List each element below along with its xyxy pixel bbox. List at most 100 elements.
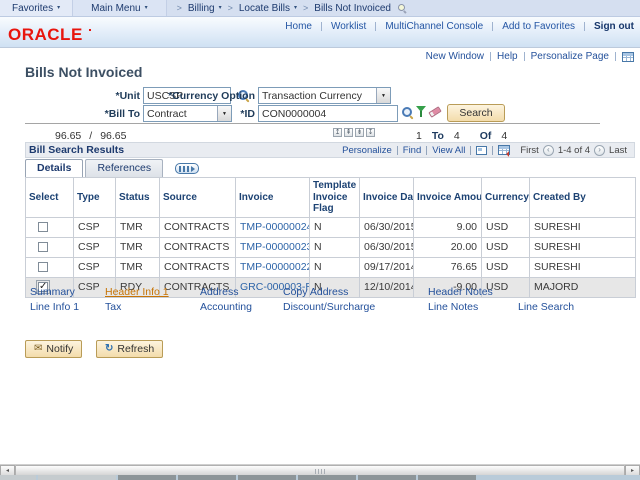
- pager-first[interactable]: First: [520, 145, 538, 156]
- download-grid-icon[interactable]: [498, 145, 510, 155]
- tab-references[interactable]: References: [85, 159, 163, 177]
- tax-link[interactable]: Tax: [105, 301, 121, 313]
- taskbar-segment: [38, 475, 116, 480]
- divider: [470, 146, 471, 155]
- cell-source: CONTRACTS: [160, 237, 236, 257]
- row-end: 4: [454, 130, 460, 142]
- discount-surcharge-link[interactable]: Discount/Surcharge: [283, 301, 375, 313]
- scroll-bottom-icon[interactable]: ↧: [366, 128, 375, 137]
- cell-currency: USD: [482, 217, 530, 237]
- chevron-down-icon: ▾: [294, 5, 297, 11]
- taskbar-segment: [178, 475, 236, 480]
- locate-bills-label: Locate Bills: [239, 3, 290, 14]
- line-info-1-link[interactable]: Line Info 1: [30, 301, 79, 313]
- id-label: *ID: [145, 108, 255, 120]
- bills-not-invoiced-page: Favorites ▾ Main Menu ▾ > Billing ▾ > Lo…: [0, 0, 640, 480]
- breadcrumb-item-locate-bills[interactable]: Locate Bills ▾: [239, 3, 297, 14]
- header-info-1-link[interactable]: Header Info 1: [105, 286, 169, 298]
- pager-next-icon[interactable]: ›: [594, 145, 605, 156]
- currency-option-select[interactable]: Transaction Currency ▼: [258, 87, 391, 104]
- worklist-link[interactable]: Worklist: [331, 21, 366, 32]
- cell-status: TMR: [116, 217, 160, 237]
- new-window-link[interactable]: New Window: [426, 51, 484, 62]
- grid-scroll-controls: ↥ ⇞ ⇟ ↧: [333, 128, 375, 137]
- cell-type: CSP: [74, 237, 116, 257]
- add-to-favorites-link[interactable]: Add to Favorites: [502, 21, 575, 32]
- show-all-columns-icon[interactable]: [175, 163, 199, 174]
- horizontal-scrollbar[interactable]: ◂ ▸: [0, 464, 640, 475]
- tab-details[interactable]: Details: [25, 159, 83, 177]
- copy-address-link[interactable]: Copy Address: [283, 286, 348, 298]
- divider: [584, 22, 585, 31]
- sign-out-link[interactable]: Sign out: [594, 21, 634, 32]
- invoice-link[interactable]: TMP-00000022: [240, 261, 310, 273]
- home-link[interactable]: Home: [285, 21, 312, 32]
- row-checkbox[interactable]: [38, 222, 48, 232]
- help-link[interactable]: Help: [497, 51, 518, 62]
- column-header-select: Select: [26, 178, 74, 218]
- search-button[interactable]: Search: [447, 104, 505, 122]
- filter-funnel-icon[interactable]: [416, 106, 426, 118]
- id-lookup-icon[interactable]: [401, 106, 414, 119]
- address-link[interactable]: Address: [200, 286, 239, 298]
- breadcrumb-main-menu[interactable]: Main Menu ▾: [73, 0, 166, 16]
- clear-eraser-icon[interactable]: [428, 106, 441, 117]
- invoice-link[interactable]: TMP-00000023: [240, 241, 310, 253]
- currency-option-label: *Currency Option: [145, 90, 255, 102]
- taskbar-segment: [358, 475, 416, 480]
- of-label: Of: [480, 130, 492, 142]
- view-all-link[interactable]: View All: [432, 145, 465, 156]
- scroll-page-up-icon[interactable]: ⇞: [344, 128, 353, 137]
- cell-invoice-date: 06/30/2015: [360, 237, 414, 257]
- cell-currency: USD: [482, 257, 530, 277]
- accounting-link[interactable]: Accounting: [200, 301, 252, 313]
- find-link[interactable]: Find: [403, 145, 421, 156]
- breadcrumb-search-icon[interactable]: [397, 3, 407, 13]
- row-checkbox[interactable]: [38, 262, 48, 272]
- notify-button[interactable]: ✉ Notify: [25, 340, 82, 358]
- cell-invoice-amount: 76.65: [414, 257, 482, 277]
- row-checkbox[interactable]: [38, 242, 48, 252]
- oracle-logo-text: ORACLE: [8, 25, 83, 44]
- personalize-link[interactable]: Personalize: [342, 145, 392, 156]
- refresh-label: Refresh: [117, 343, 154, 355]
- billing-label: Billing: [188, 3, 215, 14]
- cell-template-flag: N: [310, 217, 360, 237]
- bill-to-label: *Bill To: [25, 108, 140, 120]
- line-notes-link[interactable]: Line Notes: [428, 301, 478, 313]
- main-menu-label: Main Menu: [91, 3, 140, 14]
- cell-template-flag: N: [310, 237, 360, 257]
- id-input[interactable]: [258, 105, 398, 122]
- breadcrumb-trail: > Billing ▾ > Locate Bills ▾ > Bills Not…: [167, 0, 407, 16]
- breadcrumb-separator: >: [177, 3, 182, 13]
- refresh-button[interactable]: ↻ Refresh: [96, 340, 163, 358]
- notify-label: Notify: [46, 343, 73, 355]
- personalize-page-link[interactable]: Personalize Page: [531, 51, 609, 62]
- personalize-layout-icon[interactable]: [622, 52, 634, 62]
- results-tabs: Details References: [25, 159, 199, 177]
- line-search-link[interactable]: Line Search: [518, 301, 574, 313]
- unit-label: *Unit: [25, 90, 140, 102]
- taskbar-segment: [298, 475, 356, 480]
- pager-prev-icon[interactable]: ‹: [543, 145, 554, 156]
- dropdown-arrow-icon[interactable]: ▼: [376, 88, 390, 103]
- divider: [490, 52, 491, 61]
- bill-search-results-table: Select Type Status Source Invoice Templa…: [25, 177, 636, 298]
- taskbar-segment: [118, 475, 176, 480]
- row-total: 4: [501, 130, 507, 142]
- pager-last[interactable]: Last: [609, 145, 627, 156]
- selected-amount: 96.65: [55, 130, 81, 142]
- header-notes-link[interactable]: Header Notes: [428, 286, 493, 298]
- popup-window-icon[interactable]: [476, 146, 487, 155]
- column-header-invoice: Invoice: [236, 178, 310, 218]
- envelope-icon: ✉: [34, 344, 42, 354]
- multichannel-console-link[interactable]: MultiChannel Console: [385, 21, 483, 32]
- breadcrumb-item-billing[interactable]: Billing ▾: [188, 3, 222, 14]
- summary-link[interactable]: Summary: [30, 286, 75, 298]
- taskbar-segment: [418, 475, 476, 480]
- breadcrumb-favorites-menu[interactable]: Favorites ▾: [0, 0, 73, 16]
- to-label: To: [432, 130, 444, 142]
- invoice-link[interactable]: TMP-00000024: [240, 221, 310, 233]
- scroll-top-icon[interactable]: ↥: [333, 128, 342, 137]
- scroll-page-down-icon[interactable]: ⇟: [355, 128, 364, 137]
